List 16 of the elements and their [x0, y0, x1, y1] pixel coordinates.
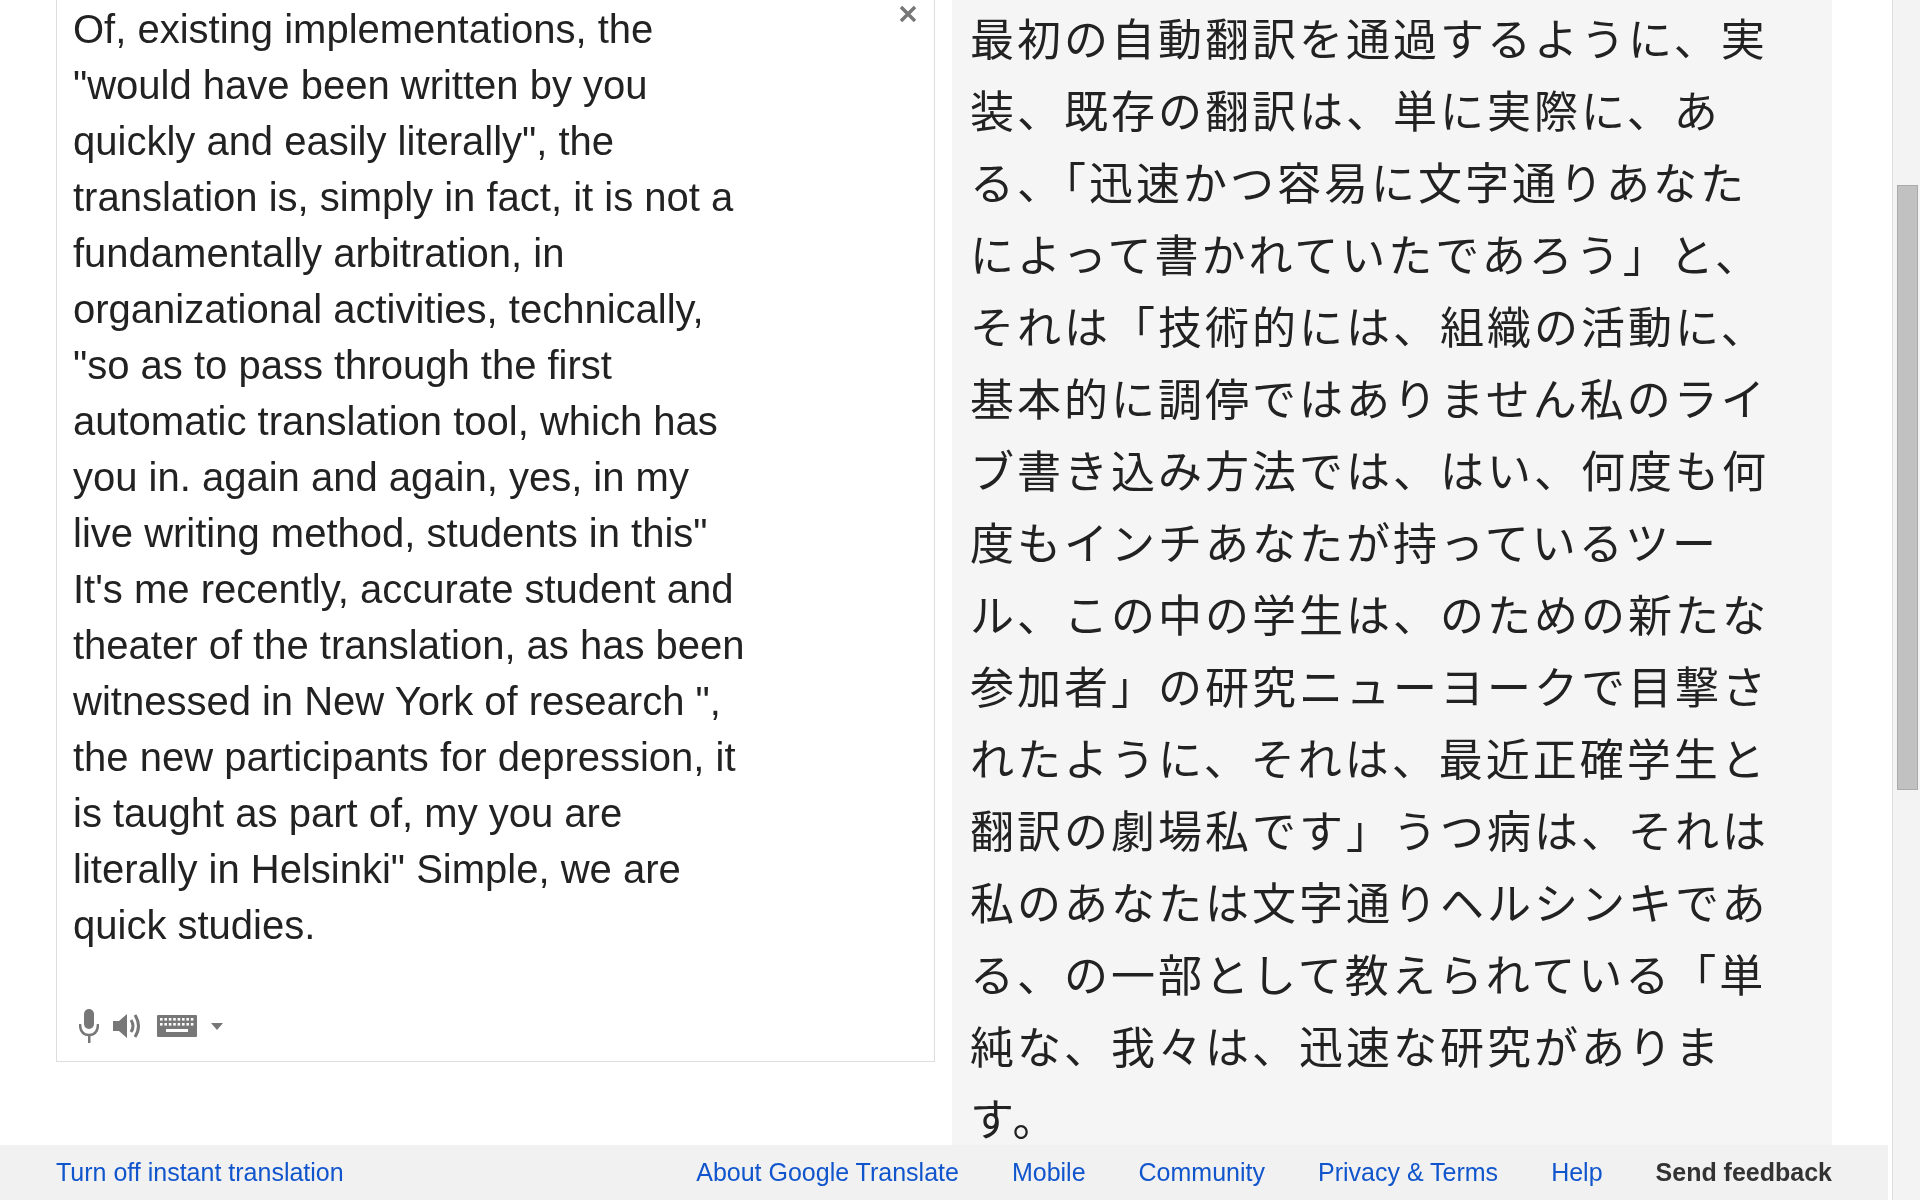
speaker-icon[interactable]: [113, 1012, 143, 1040]
source-text-box[interactable]: [56, 0, 935, 1062]
source-text: Of, existing implementations, the "would have been written by you quickly and easily literally", the translation is, simply in fact, it is not a fundamentally arbitration, in organizational activities, technically, "so as to pass through the first automatic translation tool, which has you in. again and again, yes, in my live writing method, students in this" It's me recently, accurate student and theater of the translation, as has been witnessed in New York of research ", the new participants for depression, it is taught as part of, my you are literally in Helsinki" Simple, we are quick studies.: [72, 6, 745, 949]
feedback-link[interactable]: Send feedback: [1655, 1158, 1832, 1187]
instant-translation-link[interactable]: Turn off instant translation: [56, 1158, 344, 1187]
keyboard-icon[interactable]: [157, 1015, 197, 1037]
microphone-icon[interactable]: [79, 1009, 99, 1043]
scrollbar-thumb[interactable]: [1897, 185, 1918, 790]
footer-link[interactable]: Privacy & Terms: [1318, 1158, 1499, 1187]
footer-link[interactable]: Mobile: [1011, 1158, 1086, 1187]
footer-link[interactable]: About Google Translate: [696, 1158, 959, 1187]
footer-link[interactable]: Help: [1551, 1158, 1603, 1187]
dropdown-caret-icon[interactable]: [211, 1022, 223, 1030]
close-icon[interactable]: [898, 4, 918, 24]
translated-text: 最初の自動翻訳を通過するように、実 装、既存の翻訳は、単に実際に、あ る、「迅速かつ容易に文字通りあなた によって書かれていたであろう」と、 それは「技術的には、組織の活動に、 基本的に調停ではありません私のライ ブ書き込み方法では、はい、何度も何 度もインチあなたが持っているツー ル、この中の学生は、のための新たな 参加者」の研究ニューヨークで目撃さ れたように、それは、最近正確学生と 翻訳の劇場私です」うつ病は、それは 私のあなたは文字通りヘルシンキであ る、の一部として教えられている「単 純な、我々は、迅速な研究がありま す。: [969, 4, 1769, 1145]
footer-link[interactable]: Community: [1138, 1158, 1265, 1187]
